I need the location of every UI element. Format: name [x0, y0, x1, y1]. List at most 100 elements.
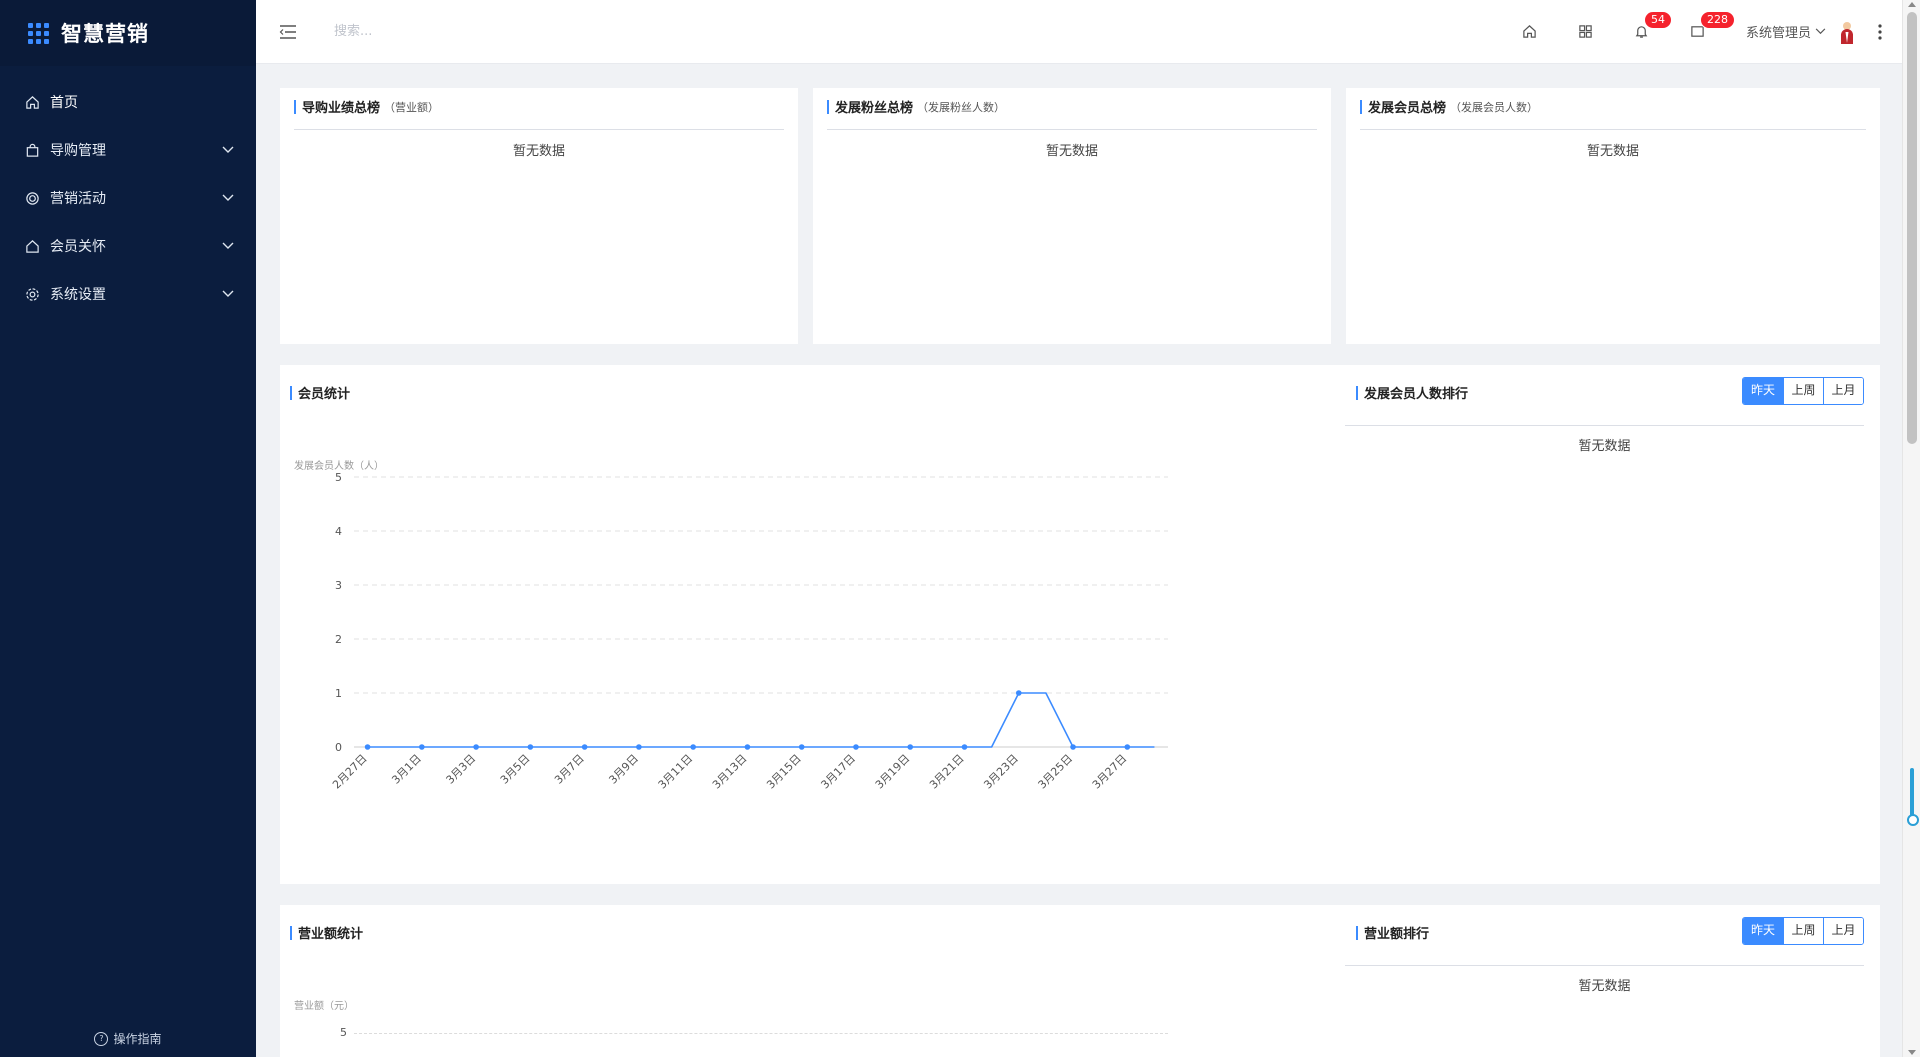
apps-icon[interactable]: [1558, 0, 1614, 64]
guide-link[interactable]: ? 操作指南: [0, 1030, 256, 1047]
y-tick-label: 1: [335, 687, 342, 700]
header-actions: 54 228 系统管理员: [1502, 0, 1902, 64]
revenue-chart-ylabel: 营业额（元）: [294, 1001, 354, 1012]
sidebar-item-settings[interactable]: 系统设置: [0, 270, 256, 318]
home-heart-icon: [24, 238, 40, 254]
scroll-up-icon[interactable]: [1908, 2, 1916, 7]
y-tick-label: 3: [335, 579, 342, 592]
sidebar-item-label: 导购管理: [50, 143, 106, 159]
data-point: [581, 744, 588, 750]
revenue-stats-card: 营业额统计 营业额（元） 5 营业额排行 昨天 上周 上月 暂无数据: [280, 905, 1880, 1057]
sidebar-menu: 首页 导购管理 营销活动 会员关怀 系统设置: [0, 78, 256, 318]
data-point: [419, 744, 425, 750]
card-title: 导购业绩总榜 （营业额）: [294, 97, 439, 116]
tab-last-week[interactable]: 上周: [1783, 918, 1823, 944]
sidebar-item-member-care[interactable]: 会员关怀: [0, 222, 256, 270]
y-tick-label: 4: [335, 525, 342, 538]
member-stats-card: 会员统计 发展会员人数（人） 0 1 2 3 4 5 2月27日 3月1日 3月3日 3月5日 3月…: [280, 365, 1880, 884]
brand[interactable]: 智慧营销: [0, 0, 256, 66]
data-point: [473, 744, 479, 750]
x-tick-label: 2月27日: [330, 752, 370, 792]
help-icon: ?: [94, 1031, 109, 1046]
notification-bell-icon[interactable]: 54: [1614, 0, 1672, 64]
leaderboard-card-members: 发展会员总榜 （发展会员人数） 暂无数据: [1346, 88, 1880, 344]
data-point: [907, 744, 914, 750]
data-point: [690, 744, 696, 750]
sidebar-item-label: 营销活动: [50, 191, 106, 207]
member-line-chart: 0 1 2 3 4 5 2月27日 3月1日 3月3日 3月5日 3月7日 3月9日 3月11日 3月13…: [330, 471, 1168, 792]
series-line: [367, 692, 1155, 748]
gear-icon: [24, 286, 40, 302]
guide-label: 操作指南: [113, 1032, 162, 1046]
card-title: 发展粉丝总榜 （发展粉丝人数）: [827, 97, 1005, 116]
sidebar-item-marketing[interactable]: 营销活动: [0, 174, 256, 222]
x-tick-label: 3月9日: [606, 752, 641, 787]
x-tick-label: 3月21日: [927, 752, 967, 792]
top-header: 54 228 系统管理员: [256, 0, 1902, 64]
revenue-stats-title: 营业额统计: [290, 923, 363, 942]
empty-message: 暂无数据: [512, 144, 565, 159]
sidebar-item-label: 系统设置: [50, 287, 106, 303]
app-title: 智慧营销: [61, 22, 149, 46]
notification-count-badge: 54: [1643, 10, 1672, 29]
apps-grid-icon: [28, 22, 49, 44]
message-icon[interactable]: 228: [1670, 0, 1735, 64]
x-tick-label: 3月3日: [444, 752, 479, 787]
member-period-toggle: 昨天 上周 上月: [1742, 377, 1864, 405]
tab-yesterday[interactable]: 昨天: [1743, 918, 1783, 944]
card-title: 发展会员总榜 （发展会员人数）: [1360, 97, 1538, 116]
revenue-y-tick: 5: [340, 1026, 347, 1039]
x-tick-label: 3月19日: [873, 752, 913, 792]
sidebar-item-home[interactable]: 首页: [0, 78, 256, 126]
more-options-icon[interactable]: [1858, 0, 1902, 64]
page-scrollbar[interactable]: [1902, 0, 1920, 1057]
y-tick-label: 2: [335, 633, 342, 646]
data-point: [853, 744, 859, 750]
x-tick-label: 3月23日: [981, 752, 1021, 792]
chevron-down-icon: [220, 142, 236, 158]
sidebar: 智慧营销 首页 导购管理 营销活动 会员关怀 系统设置 ? 操作指南: [0, 0, 256, 1057]
avatar: [1836, 19, 1858, 45]
revenue-ranking-title: 营业额排行: [1356, 923, 1429, 942]
data-point: [744, 744, 751, 750]
data-point: [798, 744, 805, 750]
member-stats-title: 会员统计: [290, 383, 350, 402]
scroll-down-icon[interactable]: [1908, 1050, 1916, 1055]
tab-yesterday[interactable]: 昨天: [1743, 378, 1783, 404]
data-point: [364, 744, 371, 750]
empty-message: 暂无数据: [1578, 439, 1631, 454]
shopping-bag-icon: [24, 142, 40, 158]
sidebar-item-label: 会员关怀: [50, 239, 106, 255]
empty-message: 暂无数据: [1045, 144, 1098, 159]
x-tick-label: 3月5日: [498, 752, 533, 787]
home-icon[interactable]: [1502, 0, 1558, 64]
revenue-grid-line: [354, 1033, 1168, 1034]
x-tick-label: 3月15日: [764, 752, 804, 792]
chevron-down-icon: [220, 190, 236, 206]
menu-collapse-icon[interactable]: [278, 22, 298, 42]
empty-message: 暂无数据: [1578, 979, 1631, 994]
x-tick-label: 3月1日: [389, 752, 424, 787]
data-point: [1015, 690, 1022, 696]
member-ranking-title: 发展会员人数排行: [1356, 383, 1468, 402]
search-input[interactable]: [334, 16, 634, 47]
scroll-thumb[interactable]: [1907, 12, 1917, 444]
x-tick-label: 3月27日: [1090, 752, 1130, 792]
data-point: [961, 744, 968, 750]
y-tick-label: 0: [335, 741, 342, 754]
chevron-down-icon: [1815, 24, 1826, 39]
leaderboard-card-sales: 导购业绩总榜 （营业额） 暂无数据: [280, 88, 798, 344]
chevron-down-icon: [220, 238, 236, 254]
sidebar-item-guide-management[interactable]: 导购管理: [0, 126, 256, 174]
user-menu[interactable]: 系统管理员: [1746, 19, 1858, 45]
tab-last-week[interactable]: 上周: [1783, 378, 1823, 404]
sidebar-item-label: 首页: [50, 95, 78, 111]
data-point: [527, 744, 534, 750]
tab-last-month[interactable]: 上月: [1823, 378, 1863, 404]
empty-message: 暂无数据: [1586, 144, 1639, 159]
x-tick-label: 3月17日: [818, 752, 858, 792]
data-point: [1070, 744, 1076, 750]
home-icon: [24, 94, 40, 110]
tab-last-month[interactable]: 上月: [1823, 918, 1863, 944]
x-tick-label: 3月7日: [552, 752, 587, 787]
